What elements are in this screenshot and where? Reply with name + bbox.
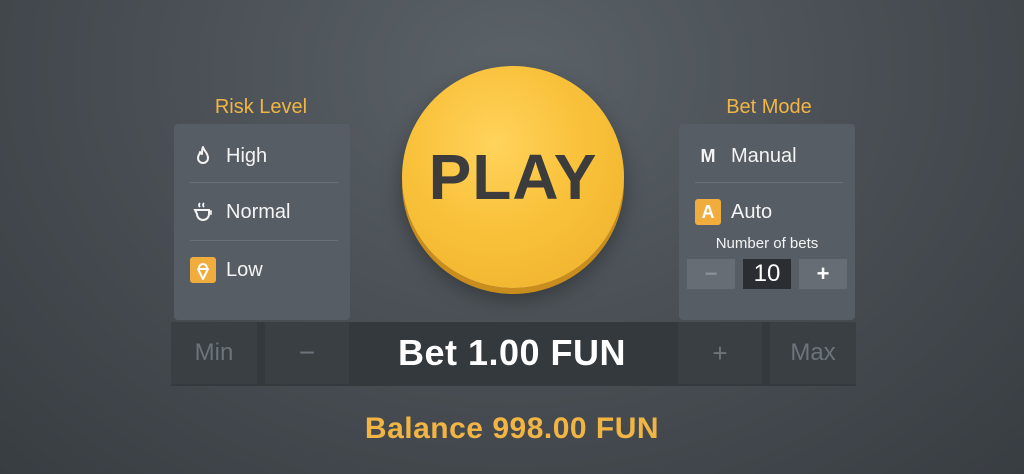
bet-increase-button[interactable]: +: [678, 322, 762, 384]
ice-cream-icon: [190, 257, 216, 283]
divider: [190, 182, 338, 183]
bet-min-button[interactable]: Min: [171, 322, 257, 384]
bet-bar: Min − Bet 1.00 FUN + Max: [171, 322, 856, 386]
bet-decrease-button[interactable]: −: [265, 322, 349, 384]
divider: [190, 240, 338, 241]
bet-mode-panel: M Manual A Auto Number of bets − 10 +: [679, 124, 855, 320]
risk-option-low[interactable]: Low: [190, 242, 338, 298]
balance-label: Balance 998.00 FUN: [364, 412, 660, 445]
mode-option-label: Manual: [731, 144, 797, 167]
bets-stepper: − 10 +: [687, 259, 847, 289]
manual-icon: M: [700, 145, 716, 166]
flame-icon: [190, 143, 216, 169]
bet-mode-title: Bet Mode: [726, 96, 812, 118]
risk-level-title: Risk Level: [214, 96, 308, 118]
play-button[interactable]: PLAY: [402, 66, 624, 288]
bets-increment-button[interactable]: +: [799, 259, 847, 289]
number-of-bets-label: Number of bets: [715, 235, 819, 252]
balance-display: Balance 998.00 FUN: [0, 412, 1024, 446]
risk-option-normal[interactable]: Normal: [190, 184, 338, 240]
auto-icon: A: [695, 199, 721, 225]
mode-option-label: Auto: [731, 200, 773, 223]
risk-option-high[interactable]: High: [190, 128, 338, 184]
risk-option-label: High: [226, 144, 268, 167]
risk-option-label: Low: [226, 258, 263, 281]
bet-amount: Bet 1.00 FUN: [357, 322, 667, 384]
divider: [695, 182, 843, 183]
cup-icon: [190, 199, 216, 225]
risk-level-panel: High Normal Low: [174, 124, 350, 320]
mode-option-auto[interactable]: A Auto: [695, 184, 843, 240]
bets-value[interactable]: 10: [743, 259, 791, 289]
risk-option-label: Normal: [226, 200, 291, 223]
bets-decrement-button[interactable]: −: [687, 259, 735, 289]
mode-option-manual[interactable]: M Manual: [695, 128, 843, 184]
bet-max-button[interactable]: Max: [770, 322, 856, 384]
bet-amount-label: Bet 1.00 FUN: [397, 332, 627, 373]
